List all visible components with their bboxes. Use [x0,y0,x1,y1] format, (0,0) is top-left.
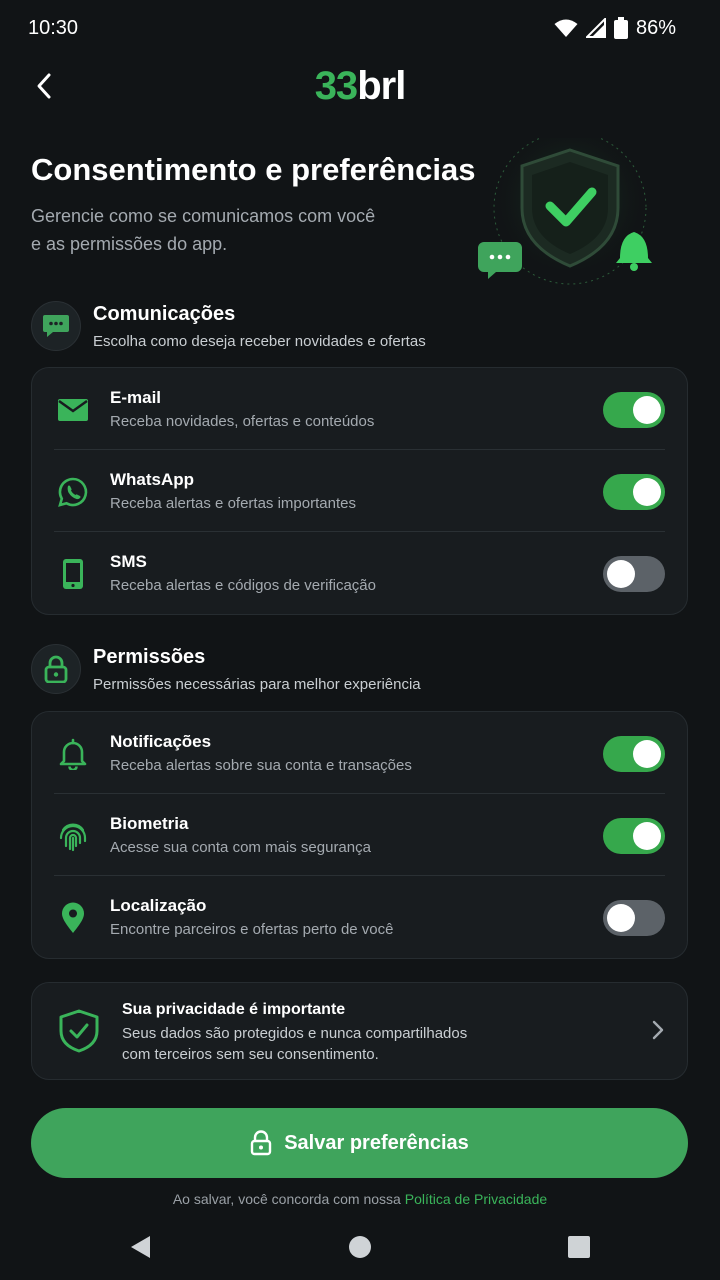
row-title: Localização [110,896,207,915]
logo-accent: 33 [314,64,358,108]
whatsapp-icon [54,473,92,511]
email-toggle[interactable] [603,392,665,428]
permission-row-biometrics: Biometria Acesse sua conta com mais segu… [54,794,665,876]
row-title: WhatsApp [110,470,195,489]
row-subtitle: Receba novidades, ofertas e conteúdos [110,413,375,430]
page-subtitle: Gerencie como se comunicamos com você e … [31,202,431,258]
row-title: E-mail [110,388,162,407]
chat-bubble-decor-icon [478,242,522,279]
toggle-knob [633,822,661,850]
permissions-subtitle: Permissões necessárias para melhor exper… [93,676,421,693]
status-time: 10:30 [28,16,79,39]
whatsapp-toggle[interactable] [603,474,665,510]
toggle-knob [633,396,661,424]
chat-bubble-icon [31,301,81,351]
app-header: 33brl [0,56,720,120]
row-subtitle: Encontre parceiros e ofertas perto de vo… [110,921,394,938]
communications-subtitle: Escolha como deseja receber novidades e … [93,333,426,350]
row-subtitle: Acesse sua conta com mais segurança [110,839,371,856]
preference-row-email: E-mail Receba novidades, ofertas e conte… [54,368,665,450]
toggle-knob [633,740,661,768]
privacy-policy-link[interactable]: Política de Privacidade [405,1191,547,1207]
status-indicators: 86% [554,17,676,40]
permission-row-location: Localização Encontre parceiros e ofertas… [54,876,665,958]
page-subtitle-line-1: Gerencie como se comunicamos com você [31,206,376,226]
bell-icon [54,735,92,773]
app-logo: 33brl [0,64,720,109]
cell-signal-icon [585,18,606,38]
row-subtitle: Receba alertas sobre sua conta e transaç… [110,757,412,774]
page-title: Consentimento e preferências [31,152,476,187]
battery-level: 86% [635,16,676,39]
phone-icon [54,555,92,593]
nav-recents-icon[interactable] [566,1234,592,1260]
communications-card: E-mail Receba novidades, ofertas e conte… [31,367,688,615]
mail-icon [54,391,92,429]
row-subtitle: Receba alertas e códigos de verificação [110,577,376,594]
notifications-toggle[interactable] [603,736,665,772]
toggle-knob [607,560,635,588]
nav-back-icon[interactable] [128,1234,154,1260]
shield-check-icon [59,1009,99,1053]
sms-toggle[interactable] [603,556,665,592]
page-subtitle-line-2: e as permissões do app. [31,234,228,254]
privacy-title: Sua privacidade é importante [122,1001,346,1018]
permissions-title: Permissões [93,646,206,668]
row-subtitle: Receba alertas e ofertas importantes [110,495,356,512]
row-title: Biometria [110,814,189,833]
privacy-info-card[interactable]: Sua privacidade é importante Seus dados … [31,982,688,1080]
system-navigation-bar [0,1222,720,1272]
location-toggle[interactable] [603,900,665,936]
privacy-text-line-2: com terceiros sem seu consentimento. [122,1046,379,1063]
save-button-label: Salvar preferências [284,1131,469,1154]
nav-home-icon[interactable] [347,1234,373,1260]
save-preferences-button[interactable]: Salvar preferências [31,1108,688,1178]
preference-row-sms: SMS Receba alertas e códigos de verifica… [54,532,665,614]
footer-note: Ao salvar, você concorda com nossa Polít… [0,1191,720,1207]
logo-text: brl [357,64,406,108]
row-title: Notificações [110,732,212,751]
toggle-knob [633,478,661,506]
fingerprint-icon [54,817,92,855]
toggle-knob [607,904,635,932]
biometrics-toggle[interactable] [603,818,665,854]
communications-title: Comunicações [93,303,236,325]
footer-note-text: Ao salvar, você concorda com nossa [172,1191,405,1207]
preference-row-whatsapp: WhatsApp Receba alertas e ofertas import… [54,450,665,532]
wifi-icon [554,19,578,37]
lock-icon [31,644,81,694]
communications-section-header: Comunicações Escolha como deseja receber… [31,301,691,361]
battery-icon [613,17,628,39]
location-pin-icon [54,899,92,937]
row-title: SMS [110,552,147,571]
status-bar: 10:30 86% [0,0,720,56]
shield-illustration [478,138,652,286]
privacy-text: Seus dados são protegidos e nunca compar… [122,1023,562,1065]
permissions-section-header: Permissões Permissões necessárias para m… [31,644,691,704]
privacy-text-line-1: Seus dados são protegidos e nunca compar… [122,1025,468,1042]
permission-row-notifications: Notificações Receba alertas sobre sua co… [54,712,665,794]
permissions-card: Notificações Receba alertas sobre sua co… [31,711,688,959]
lock-icon [251,1130,272,1156]
chevron-right-icon [652,1020,664,1040]
